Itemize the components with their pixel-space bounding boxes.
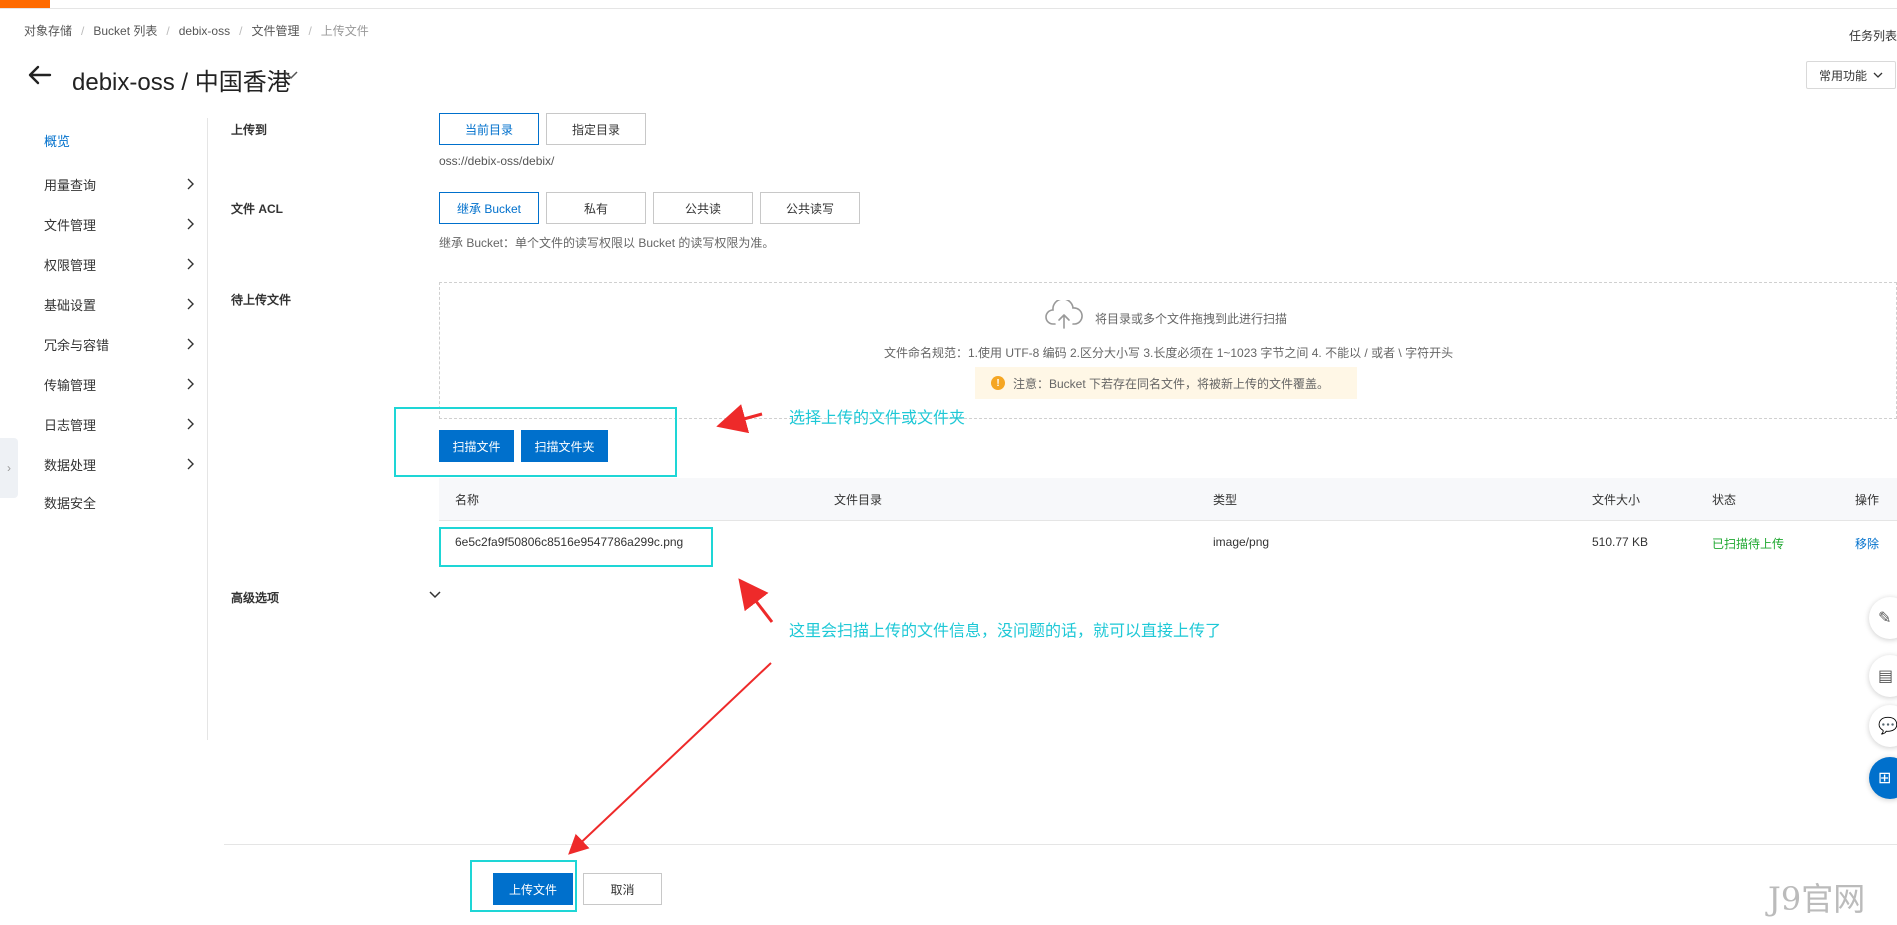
- arrow-to-file-row: [738, 578, 774, 623]
- arrow-to-upload-button: [568, 662, 772, 855]
- arrow-to-scan-buttons: [716, 404, 763, 434]
- annotation-arrows: [568, 404, 774, 855]
- watermark: J9官网: [1768, 880, 1866, 918]
